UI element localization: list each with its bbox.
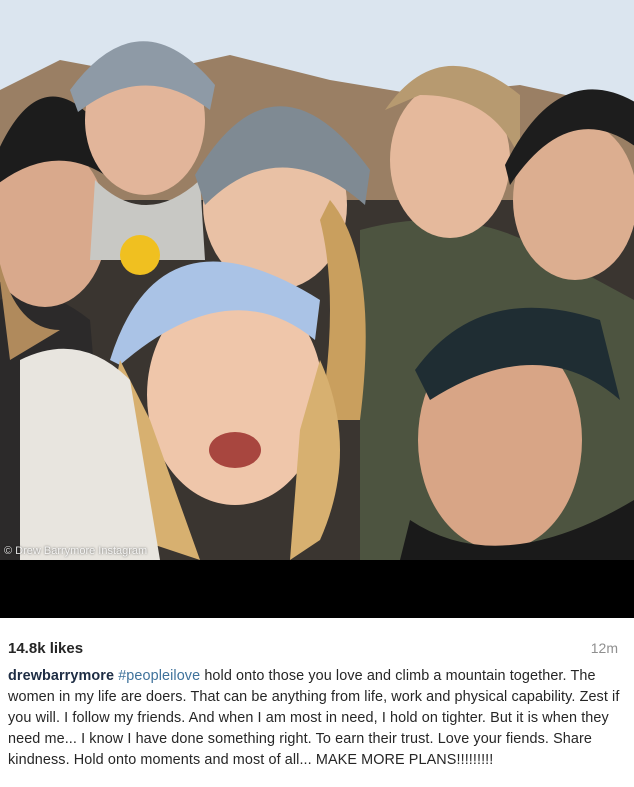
photo-bottom-band xyxy=(0,560,634,618)
post-photo[interactable]: © Drew Barrymore Instagram xyxy=(0,0,634,560)
photo-credit: © Drew Barrymore Instagram xyxy=(4,545,148,557)
caption-hashtag[interactable]: #peopleilove xyxy=(118,668,200,684)
post-meta: 14.8k likes 12m drewbarrymore #peopleilo… xyxy=(0,618,634,787)
likes-count[interactable]: 14.8k likes xyxy=(8,640,83,657)
post-caption: drewbarrymore #peopleilove hold onto tho… xyxy=(8,666,626,771)
post-timestamp[interactable]: 12m xyxy=(591,640,618,656)
caption-username[interactable]: drewbarrymore xyxy=(8,668,114,684)
group-selfie-image xyxy=(0,0,634,560)
